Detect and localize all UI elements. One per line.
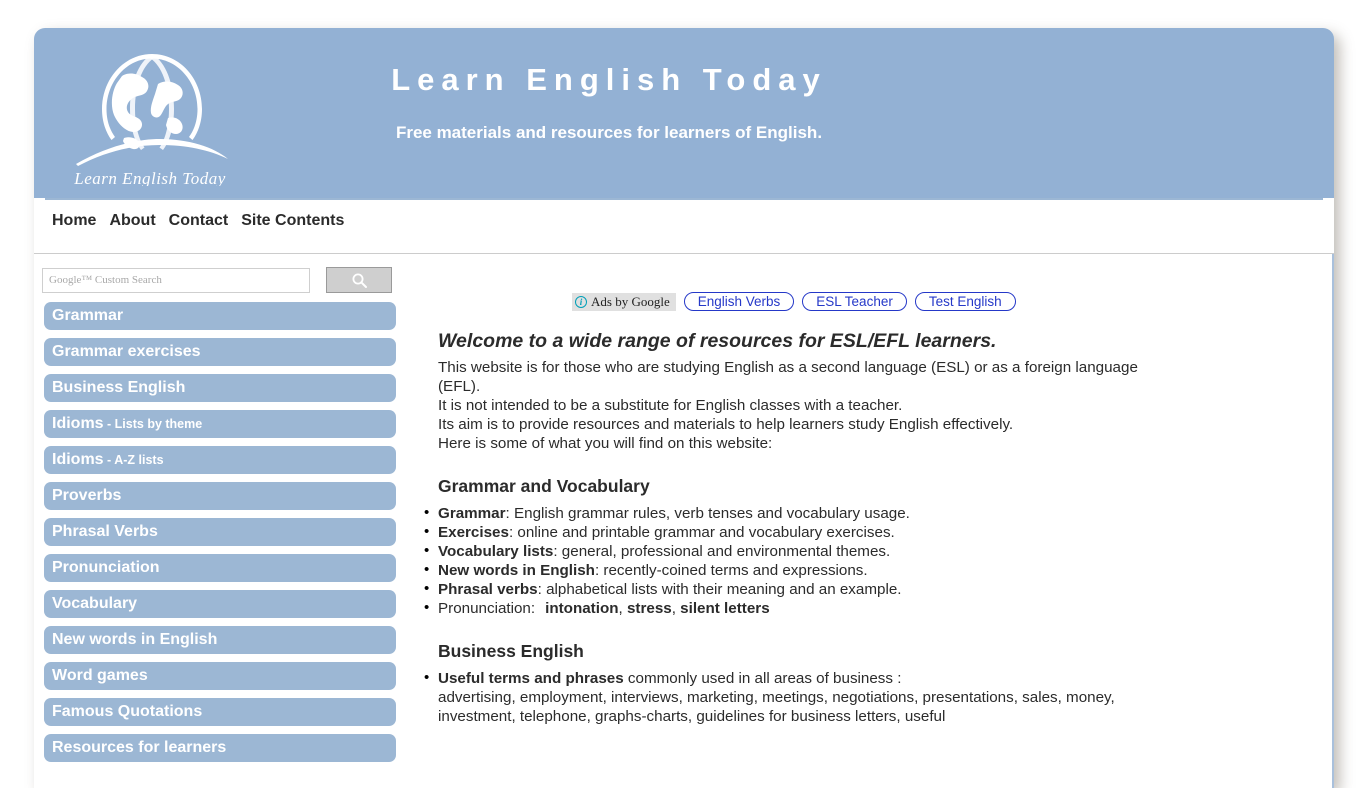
svg-text:Learn English Today: Learn English Today: [73, 169, 226, 186]
globe-logo-icon: Learn English Today: [73, 54, 228, 186]
sidebar-item-label: Grammar: [52, 307, 124, 324]
bullet-term[interactable]: New words in English: [438, 562, 595, 579]
intro-line-2: It is not intended to be a substitute fo…: [438, 397, 903, 414]
sidebar-item-label: Phrasal Verbs: [52, 523, 158, 540]
ad-link-english-verbs[interactable]: English Verbs: [683, 292, 795, 311]
sidebar-item-idioms-by-theme[interactable]: Idioms - Lists by theme: [44, 410, 396, 438]
bullet-rest: commonly used in all areas of business :: [623, 670, 902, 687]
nav-item-about[interactable]: About: [109, 212, 155, 230]
sep: ,: [618, 600, 627, 617]
ad-link-esl-teacher[interactable]: ESL Teacher: [802, 292, 907, 311]
business-detail-line-2: investment, telephone, graphs-charts, gu…: [438, 708, 946, 725]
section-heading-business-english: Business English: [438, 641, 584, 661]
page-frame: Learn English Today Learn English Today …: [34, 28, 1334, 788]
ad-link-test-english[interactable]: Test English: [914, 292, 1016, 311]
info-icon[interactable]: i: [575, 295, 587, 308]
ads-by-google-row: i Ads by Google English Verbs ESL Teache…: [572, 292, 1016, 311]
list-item: Grammar: English grammar rules, verb ten…: [424, 503, 1178, 523]
sidebar-item-sublabel: - Lists by theme: [103, 417, 203, 431]
sidebar-menu: Grammar Grammar exercises Business Engli…: [44, 302, 396, 770]
sidebar-item-label: Famous Quotations: [52, 703, 203, 720]
ads-by-google-label[interactable]: i Ads by Google: [572, 292, 676, 311]
search-button[interactable]: [326, 267, 392, 293]
sidebar-item-label: Grammar exercises: [52, 343, 201, 360]
bullet-term[interactable]: Grammar: [438, 505, 506, 522]
pronunciation-label: Pronunciation:: [438, 600, 536, 617]
sidebar-item-label: New words in English: [52, 631, 218, 648]
page-body: Grammar Grammar exercises Business Engli…: [34, 254, 1334, 788]
bullet-term[interactable]: Useful terms and phrases: [438, 670, 624, 687]
bullet-rest: : recently-coined terms and expressions.: [594, 562, 868, 579]
sidebar-item-label: Word games: [52, 667, 148, 684]
sidebar-item-grammar[interactable]: Grammar: [44, 302, 396, 330]
list-item: Exercises: online and printable grammar …: [424, 522, 1178, 542]
grammar-bullet-list: Grammar: English grammar rules, verb ten…: [418, 503, 1178, 618]
site-tagline: Free materials and resources for learner…: [395, 123, 823, 143]
sidebar-item-label: Idioms: [52, 451, 104, 468]
sidebar-item-word-games[interactable]: Word games: [44, 662, 396, 690]
ads-label-text: Ads by Google: [591, 293, 670, 309]
search-icon: [352, 273, 367, 288]
list-item: Phrasal verbs: alphabetical lists with t…: [424, 579, 1178, 599]
sidebar-item-label: Resources for learners: [52, 739, 227, 756]
nav-item-home[interactable]: Home: [52, 212, 96, 230]
business-detail-line-1: advertising, employment, interviews, mar…: [438, 689, 1115, 706]
intro-line-3: Its aim is to provide resources and mate…: [438, 416, 1014, 433]
sidebar-item-label: Idioms: [52, 415, 104, 432]
nav-item-contact[interactable]: Contact: [169, 212, 229, 230]
site-logo[interactable]: Learn English Today: [62, 46, 242, 186]
main-navigation-bar: Home About Contact Site Contents: [34, 198, 1334, 254]
intro-line-1: This website is for those who are studyi…: [438, 359, 1138, 395]
bullet-rest: : alphabetical lists with their meaning …: [537, 581, 902, 598]
sidebar-item-idioms-a-z[interactable]: Idioms - A-Z lists: [44, 446, 396, 474]
bullet-rest: : general, professional and environmenta…: [553, 543, 891, 560]
sidebar-item-vocabulary[interactable]: Vocabulary: [44, 590, 396, 618]
search-input[interactable]: [42, 267, 310, 293]
welcome-heading: Welcome to a wide range of resources for…: [438, 330, 997, 352]
site-header: Learn English Today Learn English Today …: [34, 28, 1334, 198]
list-item: Useful terms and phrases commonly used i…: [424, 668, 1178, 726]
intro-paragraphs: This website is for those who are studyi…: [438, 358, 1148, 453]
section-heading-grammar-vocabulary: Grammar and Vocabulary: [438, 476, 650, 496]
nav-item-site-contents[interactable]: Site Contents: [241, 212, 344, 230]
bullet-rest: : English grammar rules, verb tenses and…: [505, 505, 910, 522]
nav-top-divider: [45, 198, 1323, 200]
intro-line-4: Here is some of what you will find on th…: [438, 435, 773, 452]
sidebar-item-famous-quotations[interactable]: Famous Quotations: [44, 698, 396, 726]
sep: ,: [671, 600, 681, 617]
bullet-term[interactable]: Phrasal verbs: [438, 581, 538, 598]
sidebar-item-proverbs[interactable]: Proverbs: [44, 482, 396, 510]
nav-links: Home About Contact Site Contents: [52, 212, 344, 230]
list-item: New words in English: recently-coined te…: [424, 560, 1178, 580]
search-row: [42, 267, 392, 293]
sidebar-item-label: Pronunciation: [52, 559, 160, 576]
sidebar-item-label: Proverbs: [52, 487, 122, 504]
pronunciation-link-silent-letters[interactable]: silent letters: [680, 600, 769, 617]
sidebar-item-resources[interactable]: Resources for learners: [44, 734, 396, 762]
list-item: Vocabulary lists: general, professional …: [424, 541, 1178, 561]
business-bullet-list: Useful terms and phrases commonly used i…: [418, 668, 1178, 726]
bullet-rest: : online and printable grammar and vocab…: [508, 524, 895, 541]
sidebar-item-new-words[interactable]: New words in English: [44, 626, 396, 654]
bullet-term[interactable]: Vocabulary lists: [438, 543, 553, 560]
sidebar-item-business-english[interactable]: Business English: [44, 374, 396, 402]
pronunciation-link-intonation[interactable]: intonation: [545, 600, 618, 617]
sidebar-item-grammar-exercises[interactable]: Grammar exercises: [44, 338, 396, 366]
page-title: Learn English Today: [391, 62, 827, 97]
sidebar-item-label: Business English: [52, 379, 186, 396]
sidebar-item-phrasal-verbs[interactable]: Phrasal Verbs: [44, 518, 396, 546]
pronunciation-link-stress[interactable]: stress: [627, 600, 672, 617]
sidebar-item-sublabel: - A-Z lists: [103, 453, 164, 467]
main-content: i Ads by Google English Verbs ESL Teache…: [404, 254, 1324, 725]
sidebar-item-label: Vocabulary: [52, 595, 138, 612]
bullet-term[interactable]: Exercises: [438, 524, 509, 541]
list-item-pronunciation: Pronunciation: intonation, stress, silent…: [424, 598, 1178, 618]
header-title-block: Learn English Today Free materials and r…: [244, 28, 974, 143]
sidebar-item-pronunciation[interactable]: Pronunciation: [44, 554, 396, 582]
